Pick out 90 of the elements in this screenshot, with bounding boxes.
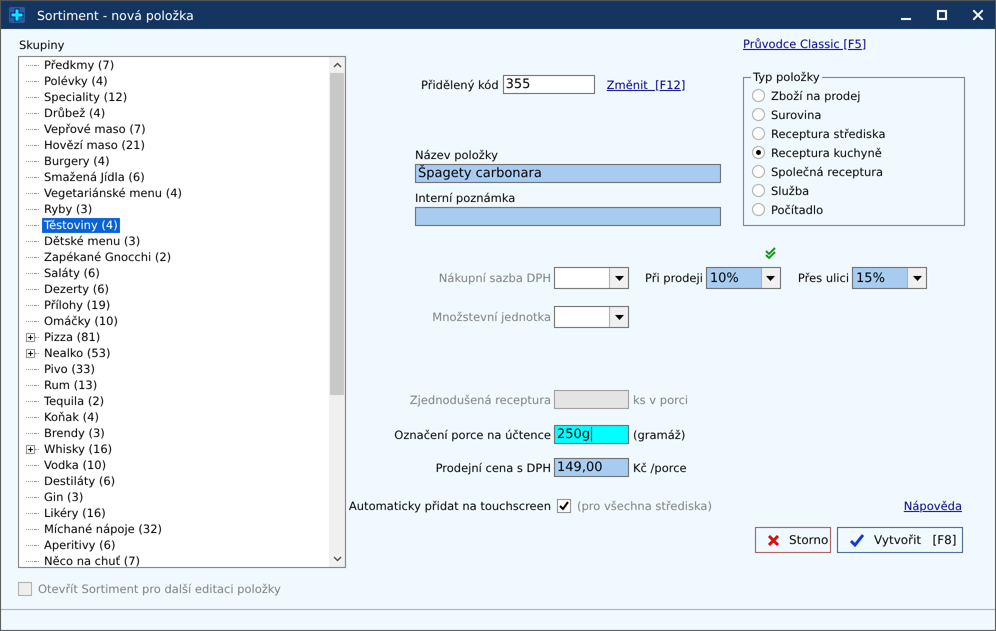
- help-link[interactable]: Nápověda: [904, 499, 962, 513]
- unit-label: Množstevní jednotka: [431, 310, 552, 324]
- street-vat-dropdown[interactable]: 15%: [852, 267, 928, 289]
- tree-item[interactable]: Dezerty (6): [42, 282, 112, 296]
- simplified-recipe-label: Zjednodušená receptura: [408, 392, 552, 406]
- tree-item[interactable]: Dětské menu (3): [42, 234, 142, 248]
- tree-item[interactable]: Nealko (53): [42, 346, 112, 360]
- tree-item[interactable]: Vepřové maso (7): [42, 122, 148, 136]
- touchscreen-note: (pro všechna střediska): [577, 499, 712, 513]
- expand-icon[interactable]: [26, 348, 35, 358]
- tree-item[interactable]: Drůbež (4): [42, 106, 108, 120]
- purchase-vat-dropdown[interactable]: [554, 267, 629, 289]
- tree-item[interactable]: Koňak (4): [42, 410, 101, 424]
- tree-item[interactable]: Vegetariánské menu (4): [42, 186, 184, 200]
- tree-item[interactable]: Tequila (2): [42, 394, 106, 408]
- radio-label: Surovina: [771, 108, 822, 122]
- tree-item[interactable]: Zapékané Gnocchi (2): [42, 250, 174, 264]
- tree-item[interactable]: Omáčky (10): [42, 314, 120, 328]
- radio-button[interactable]: [752, 108, 765, 121]
- tree-item[interactable]: Aperitivy (6): [42, 538, 118, 552]
- tree-item[interactable]: Ryby (3): [42, 202, 94, 216]
- radio-button[interactable]: [752, 127, 765, 140]
- groups-label: Skupiny: [19, 38, 66, 52]
- tree-item[interactable]: Hovězí maso (21): [42, 138, 147, 152]
- cancel-button[interactable]: Storno: [755, 527, 831, 553]
- unit-suffix: ks v porci: [633, 392, 688, 406]
- change-link[interactable]: Změnit [F12]: [606, 78, 686, 92]
- tree-item[interactable]: Vodka (10): [42, 458, 108, 472]
- window-title: Sortiment - nová položka: [37, 8, 194, 22]
- close-icon[interactable]: [973, 10, 983, 20]
- tree-item[interactable]: Likéry (16): [42, 506, 108, 520]
- price-label: Prodejní cena s DPH: [434, 460, 552, 474]
- plus-icon: [9, 7, 25, 23]
- group-title: Typ položky: [752, 70, 821, 84]
- tree-item[interactable]: Destiláty (6): [42, 474, 118, 488]
- scrollbar[interactable]: [329, 57, 345, 567]
- radio-label: Služba: [771, 184, 810, 198]
- scroll-thumb[interactable]: [330, 73, 344, 395]
- expand-icon[interactable]: [26, 332, 35, 342]
- radio-label: Zboží na prodej: [771, 88, 860, 102]
- radio-button[interactable]: [752, 146, 765, 159]
- wizard-link[interactable]: Průvodce Classic [F5]: [743, 37, 866, 51]
- price-suffix: Kč /porce: [633, 460, 687, 474]
- tree-item[interactable]: Rum (13): [42, 378, 100, 392]
- tree-item[interactable]: Těstoviny (4): [42, 218, 120, 232]
- create-button[interactable]: Vytvořit [F8]: [837, 527, 963, 553]
- cross-icon: [768, 534, 779, 546]
- code-label: Přidělený kód: [421, 78, 499, 92]
- radio-label: Počítadlo: [771, 202, 824, 216]
- unit-dropdown[interactable]: [554, 306, 629, 328]
- tree-item[interactable]: Předkmy (7): [42, 58, 116, 72]
- sale-vat-dropdown[interactable]: 10%: [706, 267, 781, 289]
- tree-item[interactable]: Smažená Jídla (6): [42, 170, 147, 184]
- radio-button[interactable]: [752, 184, 765, 197]
- tree-item[interactable]: Přílohy (19): [42, 298, 112, 312]
- purchase-vat-label: Nákupní sazba DPH: [438, 271, 552, 285]
- radio-button[interactable]: [752, 203, 765, 216]
- tree-item[interactable]: Pizza (81): [42, 330, 102, 344]
- note-label: Interní poznámka: [415, 191, 516, 205]
- portion-field[interactable]: 250g: [554, 425, 629, 444]
- street-vat-label: Přes ulici: [798, 271, 850, 285]
- tree-item[interactable]: Pivo (33): [42, 362, 97, 376]
- tree-item[interactable]: Něco na chuť (7): [42, 554, 142, 568]
- checkbox[interactable]: [557, 499, 571, 513]
- maximize-icon[interactable]: [937, 10, 947, 20]
- radio-label: Receptura střediska: [771, 126, 886, 140]
- portion-suffix: (gramáž): [633, 428, 686, 442]
- radio-label: Receptura kuchyně: [771, 146, 882, 160]
- tree-item[interactable]: Brendy (3): [42, 426, 107, 440]
- tree-item[interactable]: Saláty (6): [42, 266, 102, 280]
- name-label: Název položky: [415, 148, 499, 162]
- portion-label: Označení porce na účtence: [393, 428, 552, 442]
- tree-item[interactable]: Polévky (4): [42, 74, 110, 88]
- checkbox-label: Otevřít Sortiment pro další editaci položky: [38, 582, 281, 596]
- tree-item[interactable]: Speciality (12): [42, 90, 130, 104]
- sale-vat-label: Při prodeji: [645, 271, 703, 285]
- tree-item[interactable]: Burgery (4): [42, 154, 112, 168]
- expand-icon[interactable]: [26, 444, 35, 454]
- code-field[interactable]: 355: [502, 75, 595, 94]
- note-field[interactable]: [415, 207, 721, 226]
- tree-item[interactable]: Whisky (16): [42, 442, 114, 456]
- radio-label: Společná receptura: [771, 164, 884, 178]
- tree-item[interactable]: Gin (3): [42, 490, 86, 504]
- touchscreen-label: Automaticky přidat na touchscreen: [348, 499, 552, 513]
- tree-item[interactable]: Míchané nápoje (32): [42, 522, 164, 536]
- name-field[interactable]: Špagety carbonara: [415, 164, 721, 183]
- radio-button[interactable]: [752, 89, 765, 102]
- price-field[interactable]: 149,00: [554, 458, 629, 477]
- checkmark-icon: [850, 534, 864, 546]
- radio-button[interactable]: [752, 165, 765, 178]
